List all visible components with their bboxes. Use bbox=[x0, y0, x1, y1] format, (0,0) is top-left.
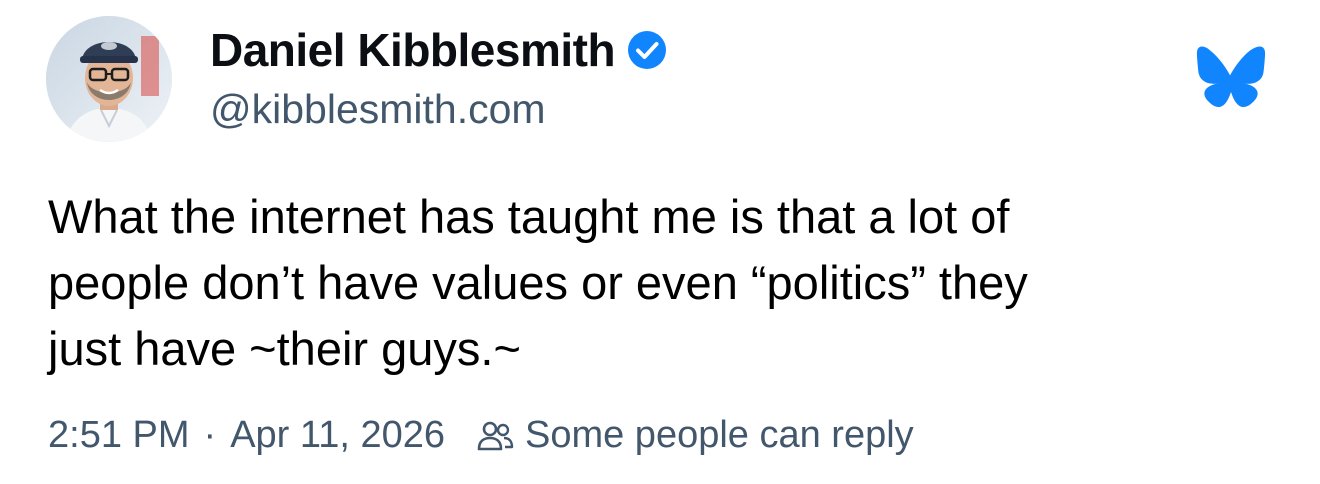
meta-separator: · bbox=[203, 414, 217, 456]
post-date[interactable]: Apr 11, 2026 bbox=[230, 414, 445, 457]
verified-check-icon[interactable] bbox=[627, 30, 667, 70]
people-icon bbox=[475, 416, 515, 456]
post-text: What the internet has taught me is that … bbox=[48, 184, 1278, 382]
post-text-line: What the internet has taught me is that … bbox=[48, 190, 1010, 243]
post-card: Daniel Kibblesmith @kibblesmith.com What… bbox=[0, 0, 1320, 484]
author-name-row: Daniel Kibblesmith bbox=[210, 22, 667, 78]
bluesky-butterfly-icon[interactable] bbox=[1196, 46, 1266, 110]
post-text-line: people don’t have values or even “politi… bbox=[48, 256, 1028, 309]
post-meta: 2:51 PM · Apr 11, 2026 Some people can r… bbox=[48, 414, 914, 457]
post-text-line: just have ~their guys.~ bbox=[48, 322, 521, 375]
reply-setting[interactable]: Some people can reply bbox=[525, 414, 914, 457]
author-display-name[interactable]: Daniel Kibblesmith bbox=[210, 23, 616, 77]
avatar[interactable] bbox=[46, 16, 172, 142]
post-time[interactable]: 2:51 PM bbox=[48, 414, 190, 457]
author-handle[interactable]: @kibblesmith.com bbox=[210, 86, 546, 133]
